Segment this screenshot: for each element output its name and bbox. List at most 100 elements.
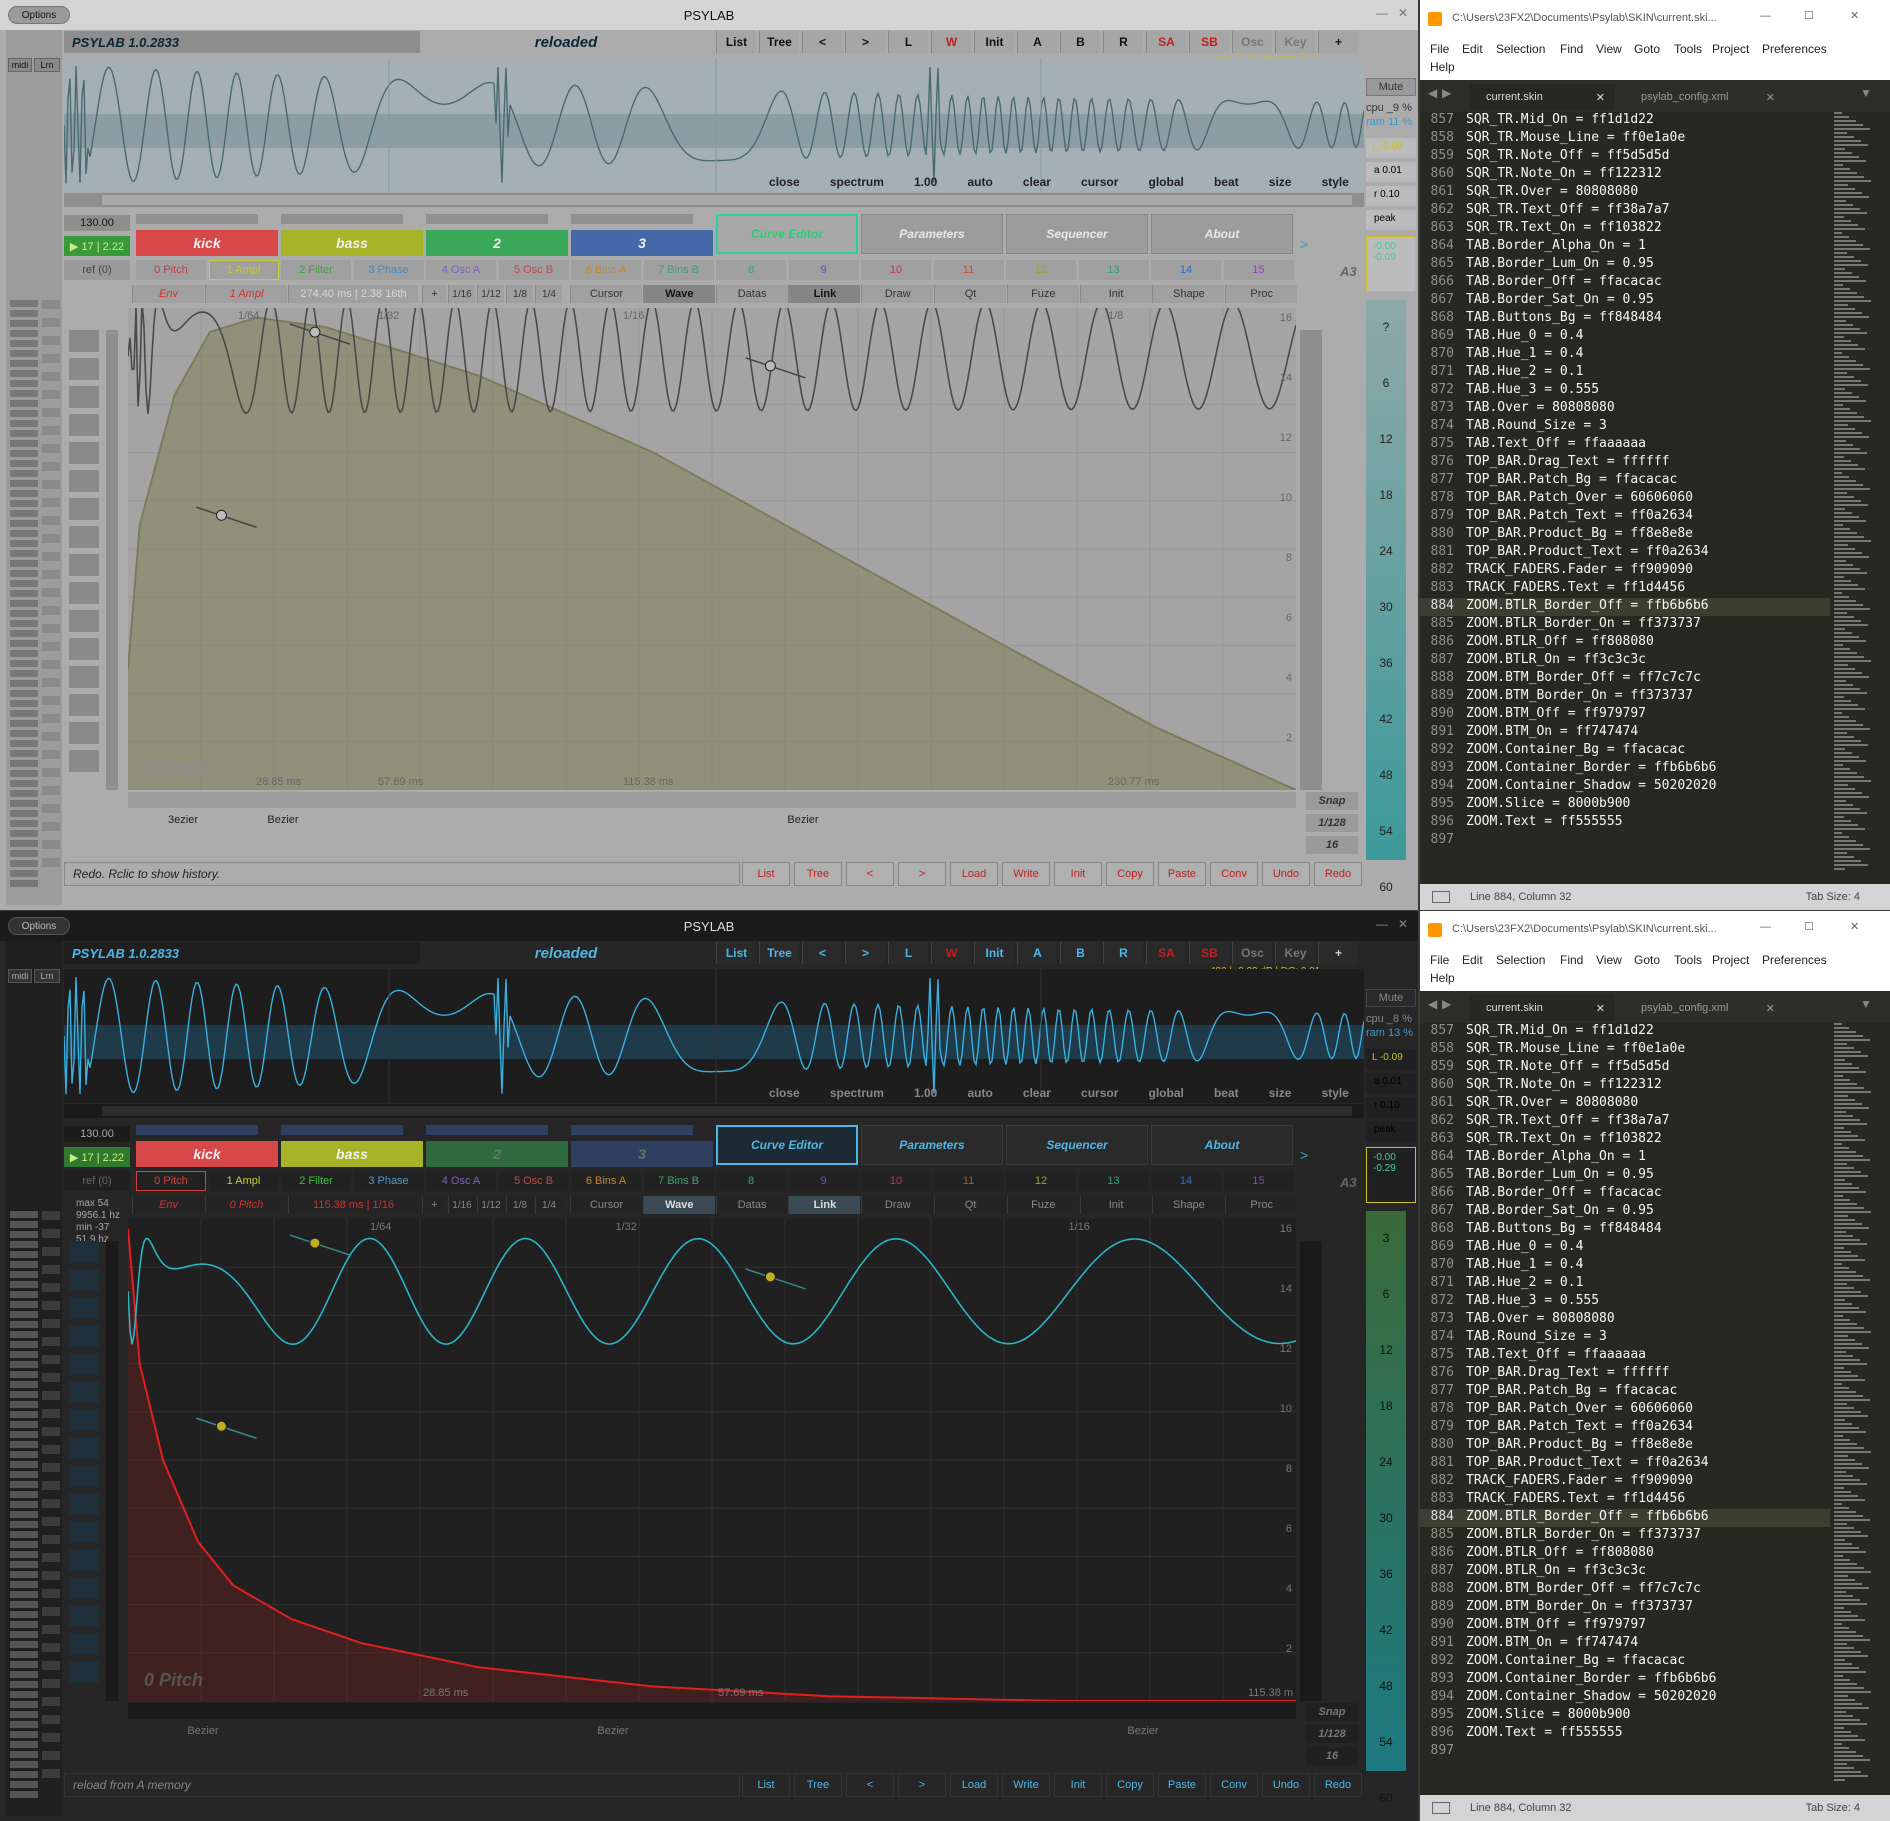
piano-key[interactable] (10, 880, 38, 887)
ctrl-datas[interactable]: Datas (715, 1196, 788, 1214)
shape-tool-icon[interactable] (69, 1437, 99, 1459)
code-line[interactable]: 894 ZOOM.Container_Shadow = 50202020 (1420, 778, 1830, 796)
piano-key[interactable] (10, 330, 38, 337)
piano-key[interactable] (10, 440, 38, 447)
editor-close-icon[interactable]: ✕ (1850, 920, 1859, 933)
tab-about[interactable]: About (1151, 1125, 1293, 1165)
tab-sequencer[interactable]: Sequencer (1006, 1125, 1148, 1165)
piano-key-white[interactable] (42, 732, 60, 741)
ctrl-draw[interactable]: Draw (861, 285, 934, 303)
ctrl-proc[interactable]: Proc (1225, 1196, 1298, 1214)
tab-close-icon[interactable]: ✕ (1596, 91, 1605, 104)
waveform-display[interactable] (63, 58, 1365, 192)
grid-steps[interactable]: 16 (1306, 836, 1358, 854)
menu-project[interactable]: Project (1712, 953, 1749, 967)
ctrl-shape[interactable]: Shape (1152, 285, 1225, 303)
shape-tool-icon[interactable] (69, 1521, 99, 1543)
piano-key-white[interactable] (42, 300, 60, 309)
code-line[interactable]: 897 (1420, 1743, 1830, 1761)
piano-key[interactable] (10, 1791, 38, 1798)
bottom-button-next[interactable]: > (898, 862, 946, 886)
topbar-button-4[interactable]: L (888, 31, 928, 53)
code-line[interactable]: 863 SQR_TR.Text_On = ff103822 (1420, 1131, 1830, 1149)
wave-option-8[interactable]: size (1269, 175, 1292, 191)
curve-svg[interactable] (127, 1219, 1297, 1702)
bottom-button-redo[interactable]: Redo (1314, 862, 1362, 886)
ctrl-qt[interactable]: Qt (934, 1196, 1006, 1214)
ctrl-init[interactable]: Init (1079, 1196, 1152, 1214)
code-line[interactable]: 885 ZOOM.BTLR_Border_On = ff373737 (1420, 616, 1830, 634)
menu-selection[interactable]: Selection (1496, 42, 1545, 56)
module-9[interactable]: 9 (788, 260, 859, 280)
piano-key[interactable] (10, 810, 38, 817)
piano-keyboard[interactable] (10, 300, 38, 890)
piano-key[interactable] (10, 1601, 38, 1608)
shape-tool-icon[interactable] (69, 666, 99, 688)
piano-key[interactable] (10, 1481, 38, 1488)
track-1[interactable]: bass (281, 1141, 423, 1167)
piano-key[interactable] (10, 790, 38, 797)
piano-key[interactable] (10, 540, 38, 547)
piano-key-white[interactable] (42, 1355, 60, 1364)
bottom-button-load[interactable]: Load (950, 862, 998, 886)
piano-key-white[interactable] (42, 606, 60, 615)
piano-key-white[interactable] (42, 1445, 60, 1454)
piano-key-white[interactable] (42, 462, 60, 471)
close-icon[interactable]: ✕ (1398, 917, 1408, 931)
tab-parameters[interactable]: Parameters (861, 214, 1003, 254)
piano-key-white[interactable] (42, 768, 60, 777)
track-fader[interactable] (136, 214, 258, 224)
piano-key-white[interactable] (42, 1661, 60, 1670)
module-1[interactable]: 1 Ampl (208, 1171, 279, 1191)
piano-key[interactable] (10, 1381, 38, 1388)
piano-key[interactable] (10, 600, 38, 607)
code-line[interactable]: 864 TAB.Border_Alpha_On = 1 (1420, 238, 1830, 256)
piano-key-white[interactable] (42, 1679, 60, 1688)
piano-key[interactable] (10, 480, 38, 487)
wave-scrollbar[interactable] (64, 193, 1364, 207)
topbar-button-5[interactable]: W (931, 942, 971, 964)
piano-key-white[interactable] (42, 1589, 60, 1598)
topbar-button-14[interactable]: + (1318, 942, 1358, 964)
piano-key[interactable] (10, 1611, 38, 1618)
code-line[interactable]: 896 ZOOM.Text = ff555555 (1420, 1725, 1830, 1743)
shape-tool-icon[interactable] (69, 722, 99, 744)
module-3[interactable]: 3 Phase (353, 1171, 424, 1191)
piano-key[interactable] (10, 1541, 38, 1548)
topbar-button-12[interactable]: Osc (1232, 942, 1272, 964)
menu-selection[interactable]: Selection (1496, 953, 1545, 967)
piano-key[interactable] (10, 760, 38, 767)
menu-preferences[interactable]: Preferences (1762, 42, 1827, 56)
code-line[interactable]: 857 SQR_TR.Mid_On = ff1d1d22 (1420, 1023, 1830, 1041)
piano-key-white[interactable] (42, 1751, 60, 1760)
piano-key[interactable] (10, 420, 38, 427)
topbar-button-6[interactable]: Init (974, 31, 1014, 53)
piano-key-white[interactable] (42, 516, 60, 525)
grid-resolution[interactable]: 1/128 (1306, 1725, 1358, 1743)
module-2[interactable]: 2 Filter (281, 1171, 351, 1191)
horizontal-zoom-bar[interactable] (128, 792, 1296, 808)
midi-button[interactable]: midi (8, 58, 32, 72)
piano-key[interactable] (10, 1671, 38, 1678)
piano-key[interactable] (10, 490, 38, 497)
module-2[interactable]: 2 Filter (281, 260, 351, 280)
shape-tool-icon[interactable] (69, 414, 99, 436)
code-line[interactable]: 874 TAB.Round_Size = 3 (1420, 1329, 1830, 1347)
learn-button[interactable]: Lrn (34, 58, 60, 72)
piano-key-white[interactable] (42, 1391, 60, 1400)
piano-key-white[interactable] (42, 354, 60, 363)
code-line[interactable]: 872 TAB.Hue_3 = 0.555 (1420, 1293, 1830, 1311)
grid-steps[interactable]: 16 (1306, 1747, 1358, 1765)
topbar-button-1[interactable]: Tree (759, 942, 799, 964)
attack-readout[interactable]: a 0.01 (1366, 1073, 1416, 1093)
piano-key-white[interactable] (42, 1409, 60, 1418)
wave-option-6[interactable]: global (1149, 1086, 1184, 1102)
code-line[interactable]: 878 TOP_BAR.Patch_Over = 60606060 (1420, 490, 1830, 508)
wave-option-9[interactable]: style (1322, 175, 1349, 191)
bezier-label-0[interactable]: Bezier (168, 1724, 238, 1738)
env-button[interactable]: Env (132, 1196, 204, 1214)
code-line[interactable]: 880 TOP_BAR.Product_Bg = ff8e8e8e (1420, 1437, 1830, 1455)
ctrl-link[interactable]: Link (788, 285, 861, 303)
menu-find[interactable]: Find (1560, 953, 1583, 967)
code-line[interactable]: 887 ZOOM.BTLR_On = ff3c3c3c (1420, 652, 1830, 670)
